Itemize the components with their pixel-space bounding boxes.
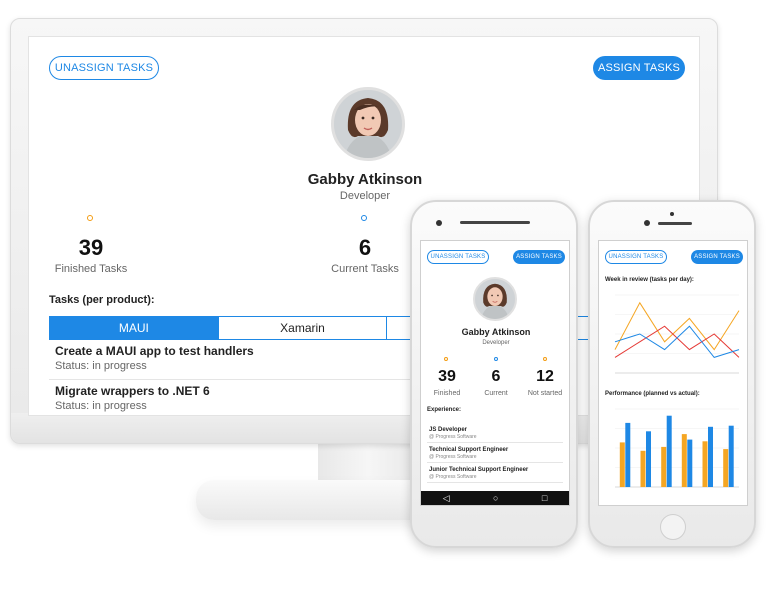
phone-speaker [460,221,530,224]
not-started-indicator-icon [543,357,547,361]
user-name: Gabby Atkinson [461,327,531,337]
bar-chart-title: Performance (planned vs actual): [605,391,700,397]
current-count: 6 [491,368,501,385]
tab-maui[interactable]: MAUI [50,317,219,339]
bar-chart [615,408,739,488]
current-indicator-icon [494,357,498,361]
current-tasks-label: Current Tasks [331,263,399,275]
bar [681,434,687,487]
user-role: Developer [482,340,510,346]
finished-indicator-icon [87,215,93,221]
tab-xamarin[interactable]: Xamarin [219,317,388,339]
recent-apps-icon[interactable]: □ [542,493,547,503]
experience-title: JS Developer [429,427,468,433]
bar [625,422,631,487]
unassign-tasks-button[interactable]: UNASSIGN TASKS [427,250,489,264]
divider [427,482,563,483]
bar [723,449,729,487]
avatar [331,87,405,161]
experience-company: @ Progress Software [429,454,477,460]
assign-tasks-button[interactable]: ASSIGN TASKS [513,250,565,264]
not-started-count: 12 [536,368,554,385]
bar [661,446,667,487]
task-item[interactable]: Migrate wrappers to .NET 6 Status: in pr… [49,384,469,415]
bar [728,425,734,487]
task-status: Status: in progress [55,360,147,372]
android-screen: UNASSIGN TASKS ASSIGN TASKS Gabby Atkins… [420,240,570,506]
not-started-label: Not started [527,390,563,397]
experience-title: Junior Technical Support Engineer [429,467,529,473]
series-line [614,325,740,358]
phone-speaker [658,222,692,225]
finished-tasks-label: Finished Tasks [54,263,128,275]
divider [427,442,563,443]
tasks-heading: Tasks (per product): [49,294,155,306]
bar [640,450,646,487]
experience-company: @ Progress Software [429,434,477,440]
finished-indicator-icon [444,357,448,361]
finished-label: Finished [433,390,461,397]
experience-company: @ Progress Software [429,474,477,480]
line-chart [614,294,740,374]
bar [619,442,625,487]
ios-screen: UNASSIGN TASKS ASSIGN TASKS Week in revi… [598,240,748,506]
finished-tasks-count: 39 [78,235,104,260]
bar [646,431,651,487]
user-name: Gabby Atkinson [307,171,423,188]
assign-tasks-button[interactable]: ASSIGN TASKS [691,250,743,264]
bar [666,415,672,487]
task-item[interactable]: Create a MAUI app to test handlers Statu… [49,344,469,380]
avatar-portrait-icon [475,279,515,319]
experience-heading: Experience: [427,407,462,413]
unassign-tasks-button[interactable]: UNASSIGN TASKS [49,56,159,80]
android-nav-bar: ◁ ○ □ [421,491,569,505]
assign-tasks-button[interactable]: ASSIGN TASKS [593,56,685,80]
android-phone: UNASSIGN TASKS ASSIGN TASKS Gabby Atkins… [410,200,578,548]
avatar [473,277,517,321]
home-icon[interactable]: ○ [493,493,498,503]
task-status: Status: in progress [55,400,147,412]
current-label: Current [484,390,508,397]
current-indicator-icon [361,215,367,221]
finished-count: 39 [438,368,456,385]
phone-sensor-icon [644,220,650,226]
phone-camera-icon [436,220,442,226]
ios-phone: UNASSIGN TASKS ASSIGN TASKS Week in revi… [588,200,756,548]
bar [687,439,693,487]
bar [708,426,713,487]
unassign-tasks-button[interactable]: UNASSIGN TASKS [605,250,667,264]
back-icon[interactable]: ◁ [443,493,450,504]
divider [427,462,563,463]
product-showcase: UNASSIGN TASKS ASSIGN TASKS Gabby Atkins… [0,0,770,590]
line-chart-title: Week in review (tasks per day): [605,277,694,283]
task-title: Migrate wrappers to .NET 6 [55,384,210,398]
series-line [614,325,740,358]
phone-camera-icon [670,212,674,216]
bar [702,441,708,487]
experience-title: Technical Support Engineer [429,447,509,453]
current-tasks-count: 6 [358,235,372,260]
series-line [614,301,740,351]
task-title: Create a MAUI app to test handlers [55,344,254,358]
home-button[interactable] [660,514,686,540]
avatar-portrait-icon [334,90,402,158]
